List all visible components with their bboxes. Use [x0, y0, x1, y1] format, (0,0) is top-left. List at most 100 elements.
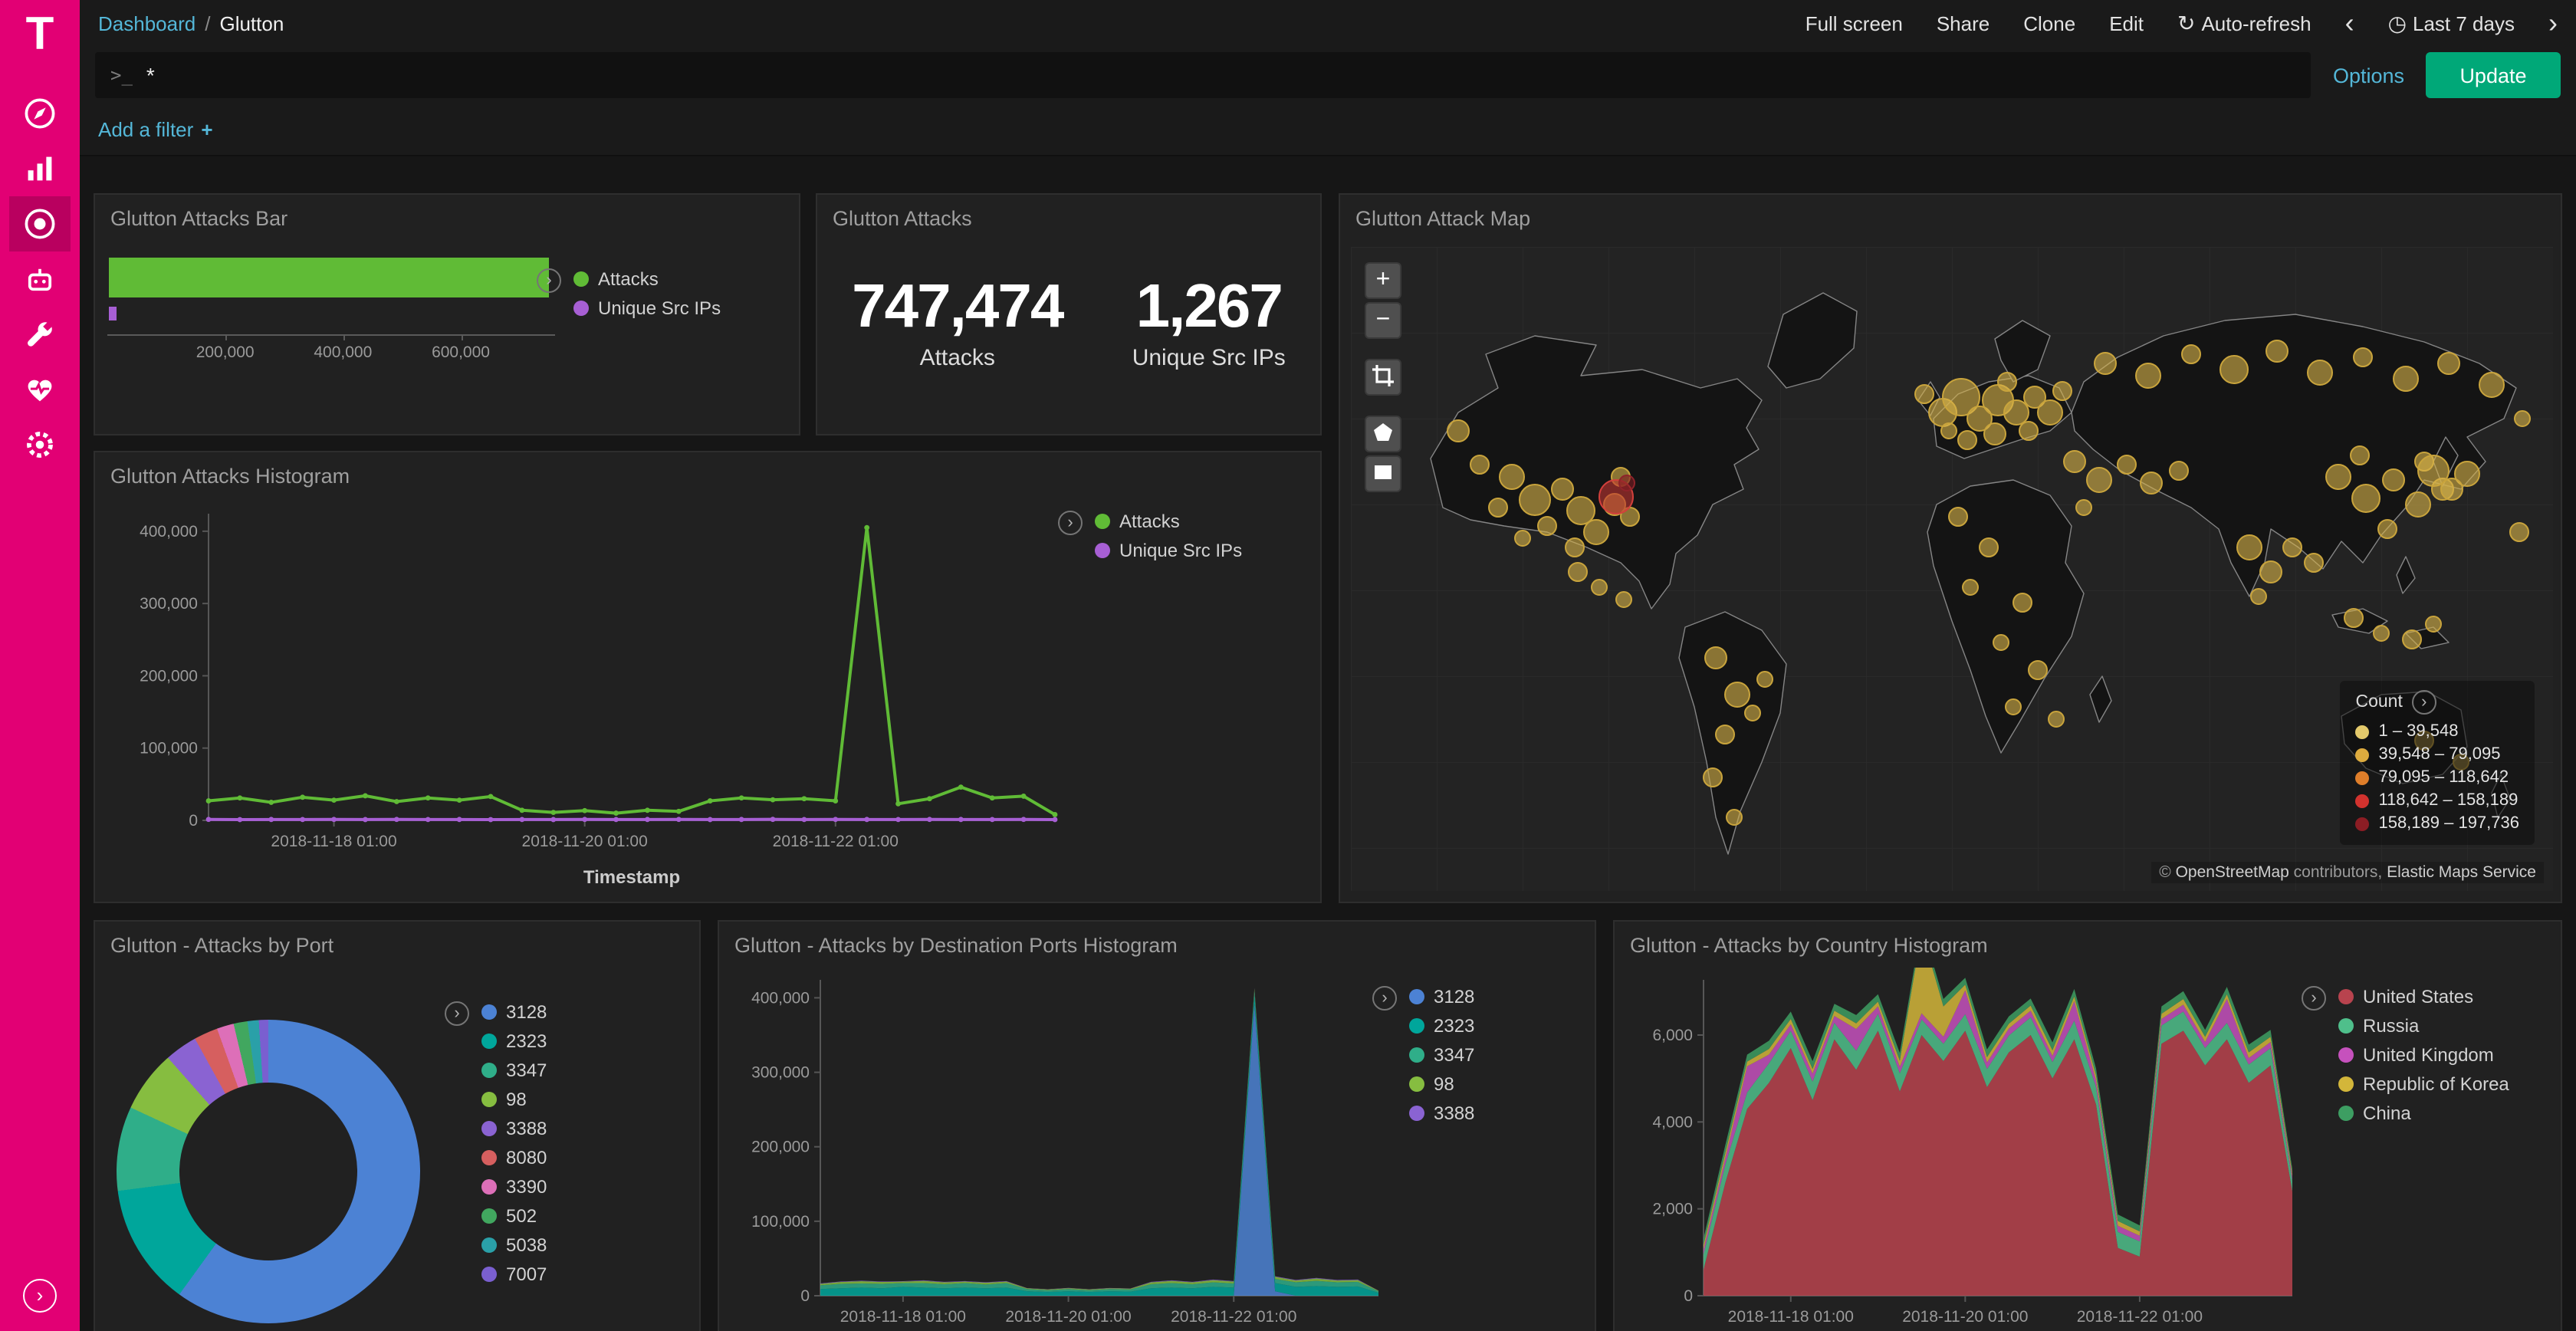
- legend-toggle[interactable]: ›: [537, 268, 561, 293]
- legend-item[interactable]: Republic of Korea: [2338, 1073, 2509, 1095]
- legend-item[interactable]: 118,642 – 158,189: [2355, 791, 2519, 810]
- data-point[interactable]: [1053, 812, 1058, 817]
- attack-bubble[interactable]: [1727, 810, 1742, 825]
- sidebar-item-devtools[interactable]: [9, 307, 71, 362]
- legend-item[interactable]: 502: [481, 1205, 547, 1227]
- legend-item[interactable]: 98: [481, 1089, 547, 1110]
- data-point[interactable]: [739, 795, 744, 800]
- attack-bubble[interactable]: [2251, 589, 2266, 604]
- attack-bubble[interactable]: [2510, 523, 2528, 541]
- attack-bubble[interactable]: [2006, 699, 2021, 715]
- draw-rectangle-button[interactable]: [1365, 455, 1401, 492]
- attack-bubble[interactable]: [1520, 485, 1550, 515]
- attack-bubble[interactable]: [2260, 561, 2282, 583]
- fit-bounds-button[interactable]: [1365, 359, 1401, 396]
- attack-bubble[interactable]: [1592, 580, 1607, 595]
- legend-item[interactable]: United Kingdom: [2338, 1044, 2509, 1066]
- legend-item[interactable]: 8080: [481, 1147, 547, 1168]
- attack-bubble[interactable]: [2141, 472, 2162, 494]
- attack-bubble[interactable]: [2441, 478, 2463, 500]
- legend-item[interactable]: 3388: [481, 1118, 547, 1139]
- attacks-bar-chart[interactable]: 200,000400,000600,000: [107, 239, 567, 393]
- attack-bubble[interactable]: [2305, 554, 2323, 572]
- attack-bubble[interactable]: [2038, 400, 2062, 425]
- update-button[interactable]: Update: [2426, 52, 2561, 98]
- telekom-logo[interactable]: T: [26, 9, 54, 61]
- legend-toggle[interactable]: ›: [2302, 986, 2326, 1011]
- legend-item[interactable]: 79,095 – 118,642: [2355, 768, 2519, 787]
- attack-bubble[interactable]: [1616, 592, 1631, 607]
- ports-histogram-chart[interactable]: 0100,000200,000300,000400,0002018-11-18 …: [731, 968, 1391, 1331]
- legend-item[interactable]: 98: [1409, 1073, 1474, 1095]
- attack-bubble[interactable]: [2076, 500, 2091, 515]
- attack-bubble[interactable]: [2426, 616, 2441, 632]
- data-point[interactable]: [708, 817, 713, 823]
- data-point[interactable]: [613, 817, 619, 822]
- legend-item[interactable]: 3388: [1409, 1103, 1474, 1124]
- data-point[interactable]: [1021, 817, 1027, 822]
- data-point[interactable]: [770, 817, 776, 822]
- legend-item[interactable]: Attacks: [1095, 511, 1242, 532]
- attack-bubble[interactable]: [2352, 485, 2380, 512]
- legend-item[interactable]: 3347: [1409, 1044, 1474, 1066]
- attack-bubble[interactable]: [2237, 535, 2262, 560]
- data-point[interactable]: [927, 817, 932, 822]
- legend-item[interactable]: Unique Src IPs: [1095, 540, 1242, 561]
- attack-bubble[interactable]: [2029, 661, 2047, 679]
- data-point[interactable]: [363, 817, 368, 823]
- legend-item[interactable]: 2323: [1409, 1015, 1474, 1037]
- attack-bubble[interactable]: [1569, 563, 1587, 581]
- data-point[interactable]: [770, 797, 776, 803]
- data-point[interactable]: [206, 817, 212, 822]
- attack-bubble[interactable]: [2383, 469, 2404, 491]
- data-point[interactable]: [426, 817, 431, 822]
- data-point[interactable]: [990, 817, 995, 822]
- data-point[interactable]: [488, 794, 494, 799]
- sidebar-item-discover[interactable]: [9, 86, 71, 141]
- sidebar-item-dashboard[interactable]: [9, 196, 71, 251]
- attack-bubble[interactable]: [1470, 455, 1489, 474]
- legend-toggle[interactable]: ›: [2412, 690, 2436, 715]
- sidebar-item-monitoring[interactable]: [9, 362, 71, 417]
- clone-button[interactable]: Clone: [2023, 12, 2075, 35]
- bar-Unique Src IPs[interactable]: [109, 307, 117, 320]
- data-point[interactable]: [268, 800, 274, 805]
- legend-item[interactable]: 3128: [481, 1001, 547, 1023]
- legend-item[interactable]: 158,189 – 197,736: [2355, 814, 2519, 833]
- attack-bubble[interactable]: [1705, 647, 1727, 669]
- legend-toggle[interactable]: ›: [1372, 986, 1397, 1011]
- legend-item[interactable]: 3128: [1409, 986, 1474, 1007]
- attack-bubble[interactable]: [2403, 630, 2421, 649]
- data-point[interactable]: [990, 795, 995, 800]
- data-point[interactable]: [582, 808, 587, 813]
- series-area-3347[interactable]: [820, 991, 1378, 1293]
- data-point[interactable]: [582, 817, 587, 822]
- attack-bubble[interactable]: [1725, 682, 1750, 707]
- attack-bubble[interactable]: [2087, 468, 2111, 492]
- attack-bubble[interactable]: [2053, 382, 2072, 400]
- attack-bubble[interactable]: [1941, 423, 1957, 439]
- attack-bubble[interactable]: [1716, 725, 1734, 744]
- legend-item[interactable]: 5038: [481, 1234, 547, 1256]
- data-point[interactable]: [833, 817, 838, 822]
- data-point[interactable]: [300, 817, 305, 822]
- attack-bubble[interactable]: [1538, 517, 1556, 535]
- attack-map[interactable]: + −: [1351, 247, 2553, 891]
- data-point[interactable]: [708, 798, 713, 804]
- legend-toggle[interactable]: ›: [445, 1001, 469, 1026]
- attack-bubble[interactable]: [1745, 705, 1760, 721]
- attack-bubble[interactable]: [1984, 423, 2006, 445]
- draw-polygon-button[interactable]: [1365, 416, 1401, 452]
- data-point[interactable]: [331, 817, 337, 822]
- attack-bubble[interactable]: [2013, 593, 2032, 612]
- legend-toggle[interactable]: ›: [1058, 511, 1083, 535]
- data-point[interactable]: [426, 795, 431, 800]
- attack-bubble[interactable]: [2095, 353, 2116, 374]
- legend-item[interactable]: China: [2338, 1103, 2509, 1124]
- attack-bubble[interactable]: [1949, 508, 1967, 526]
- attack-bubble[interactable]: [2479, 373, 2504, 397]
- attack-bubble[interactable]: [1567, 497, 1595, 524]
- attack-bubble[interactable]: [1584, 520, 1608, 544]
- add-filter-link[interactable]: Add a filter+: [98, 118, 213, 141]
- attack-bubble[interactable]: [2438, 353, 2459, 374]
